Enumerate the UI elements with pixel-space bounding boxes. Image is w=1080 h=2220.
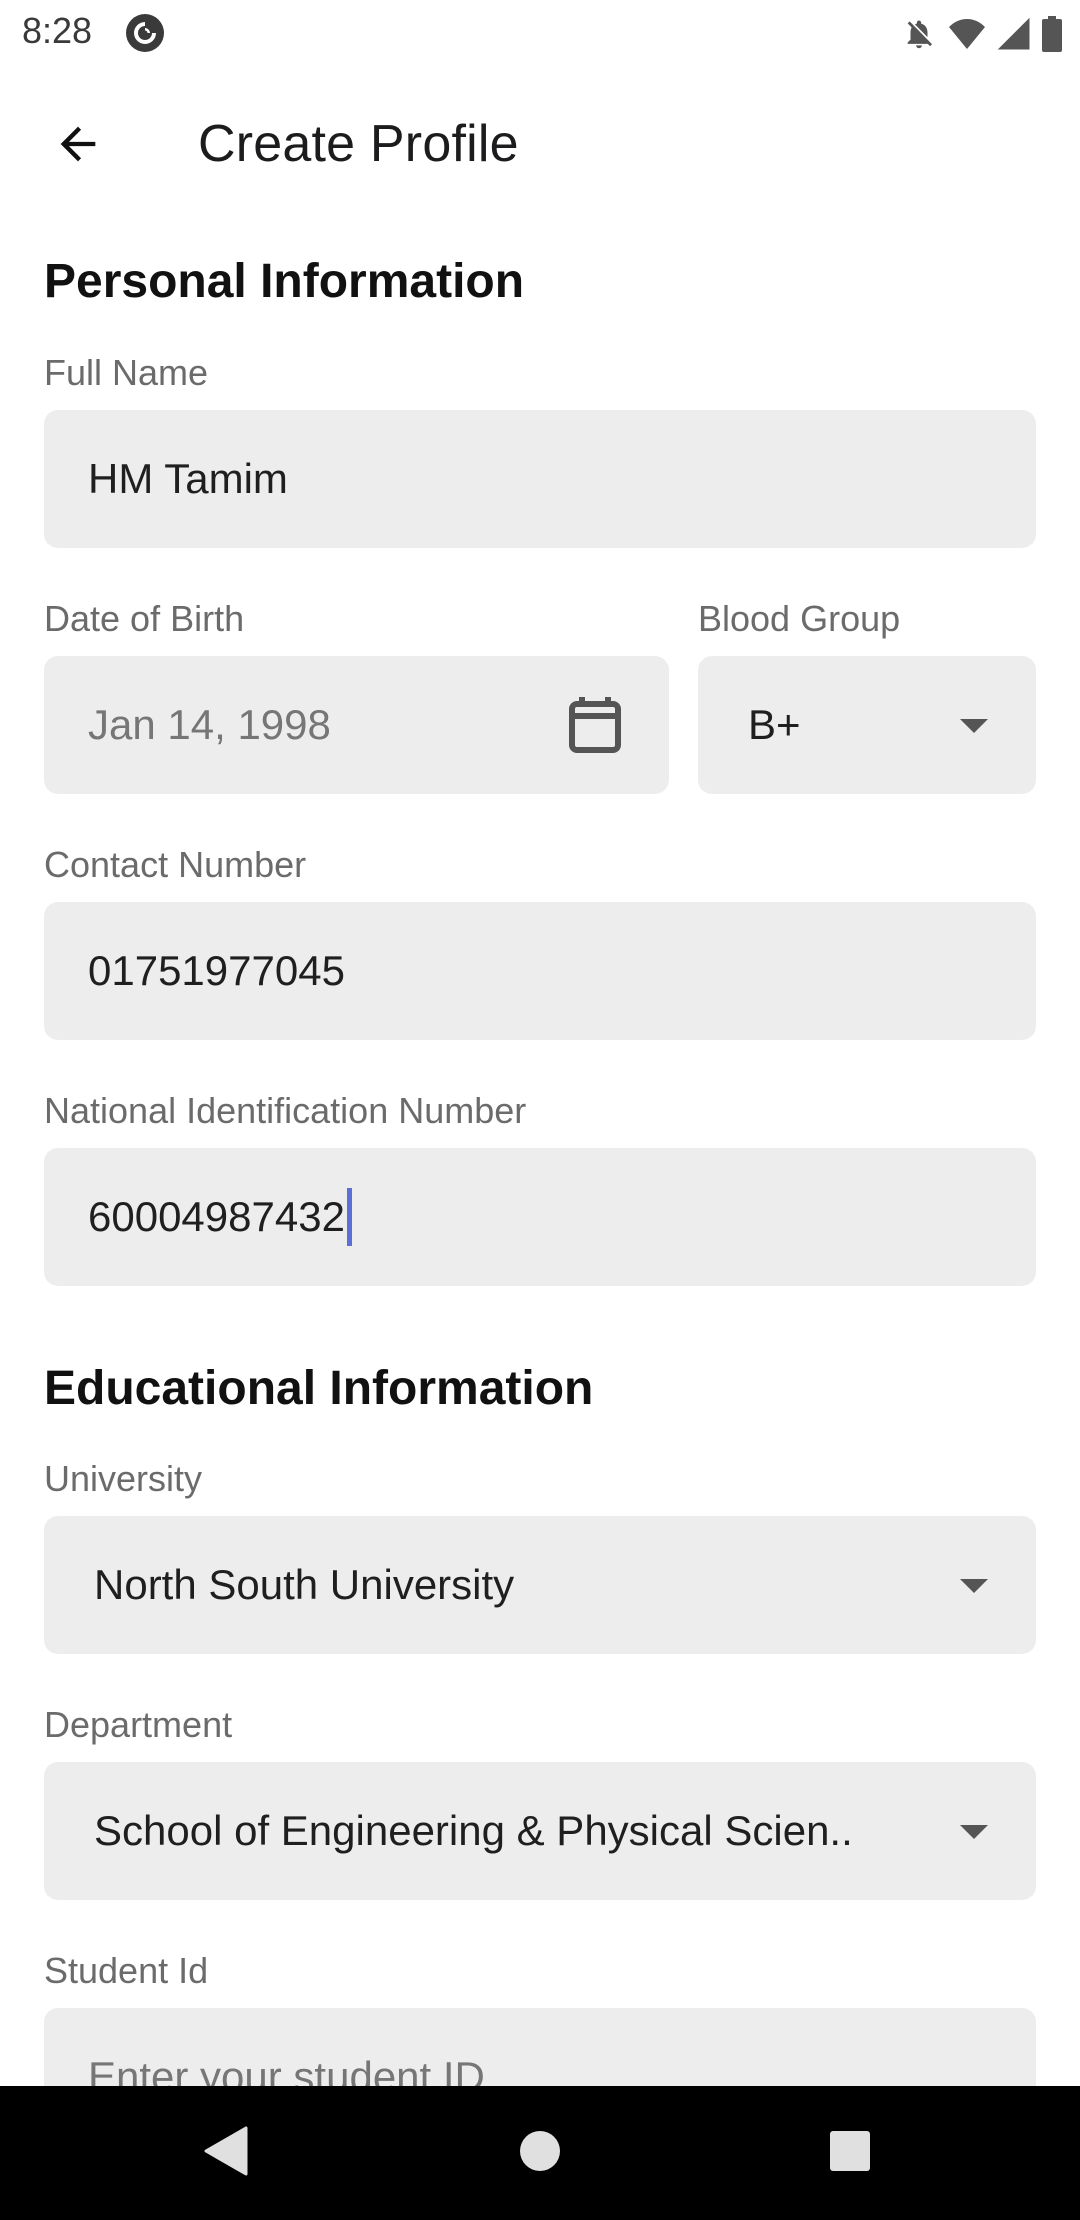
nav-recents-button[interactable] bbox=[780, 2086, 920, 2220]
status-bar: 8:28 bbox=[0, 0, 1080, 66]
full-name-label: Full Name bbox=[44, 352, 209, 393]
dob-value: Jan 14, 1998 bbox=[88, 701, 331, 748]
calendar-icon[interactable] bbox=[569, 697, 621, 763]
status-time: 8:28 bbox=[22, 10, 93, 51]
system-navigation-bar bbox=[0, 2086, 1080, 2220]
chevron-down-icon bbox=[960, 1579, 988, 1593]
section-title-education: Educational Information bbox=[44, 1362, 594, 1415]
bell-off-icon bbox=[902, 17, 936, 51]
dob-field[interactable]: Jan 14, 1998 bbox=[44, 656, 669, 794]
blood-group-select[interactable]: B+ bbox=[698, 656, 1036, 794]
back-triangle-icon bbox=[204, 2126, 248, 2181]
full-name-field[interactable]: HM Tamim bbox=[44, 410, 1036, 548]
nid-field[interactable]: 60004987432 bbox=[44, 1148, 1036, 1286]
department-select[interactable]: School of Engineering & Physical Scien.. bbox=[44, 1762, 1036, 1900]
blood-group-label: Blood Group bbox=[698, 598, 901, 639]
cellular-signal-icon bbox=[998, 18, 1030, 50]
arrow-left-icon bbox=[52, 118, 104, 175]
page-title: Create Profile bbox=[198, 115, 519, 173]
profile-form: Personal Information Full Name HM Tamim … bbox=[0, 226, 1080, 2086]
department-value: School of Engineering & Physical Scien.. bbox=[94, 1807, 853, 1854]
university-label: University bbox=[44, 1458, 203, 1499]
university-select[interactable]: North South University bbox=[44, 1516, 1036, 1654]
department-label: Department bbox=[44, 1704, 233, 1745]
text-cursor bbox=[346, 1188, 352, 1246]
student-id-placeholder: Enter your student ID bbox=[88, 2053, 485, 2086]
contact-number-field[interactable]: 01751977045 bbox=[44, 902, 1036, 1040]
section-title-personal: Personal Information bbox=[44, 255, 525, 308]
student-id-label: Student Id bbox=[44, 1950, 209, 1991]
nid-value: 60004987432 bbox=[88, 1193, 345, 1240]
blood-group-value: B+ bbox=[748, 701, 801, 748]
battery-icon bbox=[1042, 16, 1062, 52]
contact-number-value: 01751977045 bbox=[88, 947, 345, 994]
chevron-down-icon bbox=[960, 1825, 988, 1839]
nav-home-button[interactable] bbox=[470, 2086, 610, 2220]
wifi-icon bbox=[948, 18, 986, 50]
contact-number-label: Contact Number bbox=[44, 844, 307, 885]
university-value: North South University bbox=[94, 1561, 515, 1608]
student-id-field[interactable]: Enter your student ID bbox=[44, 2008, 1036, 2086]
status-icons bbox=[902, 14, 1062, 54]
app-bar: Create Profile bbox=[0, 66, 1080, 226]
back-button[interactable] bbox=[36, 104, 120, 188]
nav-back-button[interactable] bbox=[156, 2086, 296, 2220]
full-name-value: HM Tamim bbox=[88, 455, 288, 502]
recents-square-icon bbox=[829, 2130, 871, 2177]
nid-label: National Identification Number bbox=[44, 1090, 527, 1131]
home-circle-icon bbox=[518, 2129, 562, 2178]
dob-label: Date of Birth bbox=[44, 598, 245, 639]
pocket-casts-icon bbox=[126, 14, 164, 52]
chevron-down-icon bbox=[960, 719, 988, 733]
